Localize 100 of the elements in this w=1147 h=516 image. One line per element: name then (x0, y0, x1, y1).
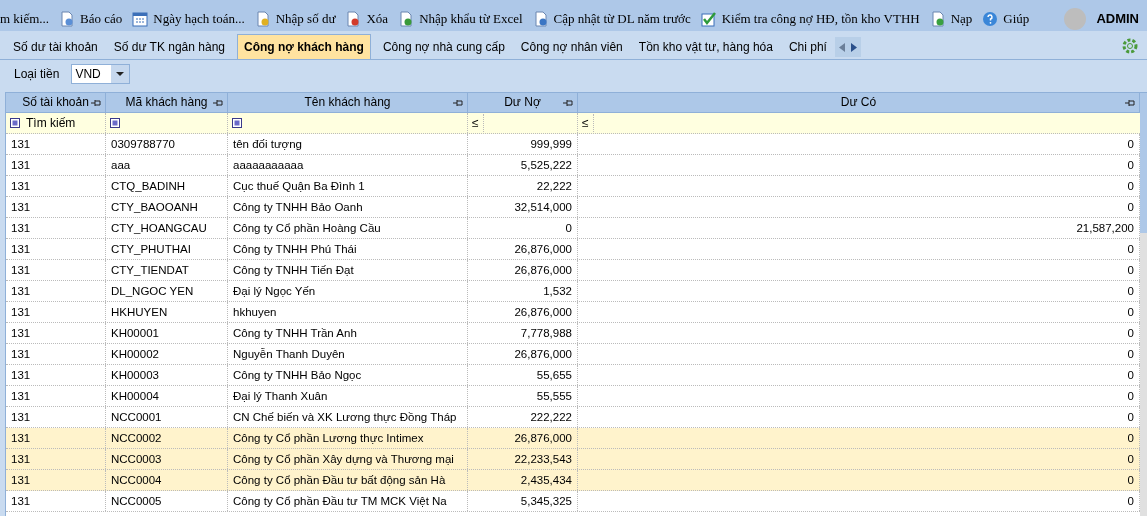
table-row[interactable]: 131 0309788770 tên đối tượng 999,999 0 (6, 134, 1140, 155)
tab[interactable]: Công nợ nhà cung cấp (374, 34, 513, 59)
table-cell: CTY_BAOOANH (106, 197, 228, 217)
table-cell: 131 (6, 323, 106, 343)
toolbar-button[interactable]: Báo cáo (59, 9, 123, 29)
table-cell: 5,345,325 (468, 491, 578, 511)
toolbar-button[interactable]: Nhập khẩu từ Excel (398, 9, 523, 29)
tab[interactable]: Tồn kho vật tư, hàng hóa (630, 34, 781, 59)
table-row[interactable]: 131 NCC0003 Công ty Cổ phần Xây dựng và Thương mại 22,233,543 0 (6, 449, 1140, 470)
table-row[interactable]: 131 CTY_BAOOANH Công ty TNHH Bảo Oanh 32,514,000 0 (6, 197, 1140, 218)
currency-label: Loại tiền (14, 66, 60, 83)
table-row[interactable]: 131 NCC0005 Công ty Cổ phần Đầu tư TM MCK Việt Na 5,345,325 0 (6, 491, 1140, 512)
table-cell: CTQ_BADINH (106, 176, 228, 196)
tab[interactable]: Số dư tài khoản (5, 34, 106, 59)
table-cell: NCC0001 (106, 407, 228, 427)
table-row[interactable]: 131 KH00004 Đại lý Thanh Xuân 55,555 0 (6, 386, 1140, 407)
pin-icon (91, 99, 101, 107)
pin-icon (213, 99, 223, 107)
right-arrow-icon[interactable] (850, 42, 857, 52)
checkbox-icon (700, 11, 717, 27)
document-icon (254, 11, 271, 27)
filter-operator[interactable]: ≤ (472, 114, 484, 132)
table-row[interactable]: 131 KH00003 Công ty TNHH Bảo Ngọc 55,655 0 (6, 365, 1140, 386)
table-cell: 131 (6, 365, 106, 385)
tab[interactable]: Công nợ khách hàng (237, 34, 371, 59)
filter-operator[interactable]: ≤ (582, 114, 594, 132)
table-row[interactable]: 131 HKHUYEN hkhuyen 26,876,000 0 (6, 302, 1140, 323)
table-cell: KH00001 (106, 323, 228, 343)
toolbar-button[interactable]: m kiếm... (0, 9, 50, 29)
table-cell: 22,222 (468, 176, 578, 196)
column-header[interactable]: Tên khách hàng (228, 93, 468, 112)
table-cell: hkhuyen (228, 302, 468, 322)
table-row[interactable]: 131 CTY_PHUTHAI Công ty TNHH Phú Thái 26,876,000 0 (6, 239, 1140, 260)
caret-icon (116, 72, 125, 76)
table-cell: Công ty TNHH Bảo Oanh (228, 197, 468, 217)
table-cell: 26,876,000 (468, 260, 578, 280)
table-row[interactable]: 131 KH00002 Nguyễn Thanh Duyên 26,876,000 0 (6, 344, 1140, 365)
toolbar-button[interactable]: Nhập số dư (254, 9, 336, 29)
table-cell: Đại lý Thanh Xuân (228, 386, 468, 406)
table-row[interactable]: 131 CTQ_BADINH Cục thuế Quận Ba Đình 1 22,222 0 (6, 176, 1140, 197)
table-cell: tên đối tượng (228, 134, 468, 154)
table-cell: CN Chế biến và XK Lương thực Đồng Tháp (228, 407, 468, 427)
tab[interactable]: Công nợ nhân viên (512, 34, 631, 59)
table-cell: 999,999 (468, 134, 578, 154)
toolbar-button[interactable]: Nạp (929, 9, 973, 29)
table-cell: NCC0002 (106, 428, 228, 448)
table-row[interactable]: 131 NCC0001 CN Chế biến và XK Lương thực Đồng Tháp 222,222 0 (6, 407, 1140, 428)
toolbar-button[interactable]: Ngày hạch toán... (132, 9, 245, 29)
filter-icon[interactable] (110, 118, 120, 128)
currency-dropdown[interactable]: VND (71, 64, 131, 84)
column-header[interactable]: Mã khách hàng (106, 93, 228, 112)
table-cell: 131 (6, 428, 106, 448)
help-icon (982, 11, 999, 27)
table-cell: 5,525,222 (468, 155, 578, 175)
table-cell: 131 (6, 491, 106, 511)
table-cell: Công ty TNHH Trần Anh (228, 323, 468, 343)
filter-icon[interactable] (232, 118, 242, 128)
table-cell: 26,876,000 (468, 239, 578, 259)
table-cell: CTY_PHUTHAI (106, 239, 228, 259)
table-cell: 131 (6, 386, 106, 406)
table-row[interactable]: 131 KH00001 Công ty TNHH Trần Anh 7,778,988 0 (6, 323, 1140, 344)
tab[interactable]: Số dư TK ngân hàng (105, 34, 233, 59)
refresh-document-icon (929, 11, 946, 27)
table-cell: 22,233,543 (468, 449, 578, 469)
column-header[interactable]: Số tài khoản (6, 93, 106, 112)
table-cell: Công ty Cổ phần Đầu tư bất động sản Hà (228, 470, 468, 490)
table-cell: Công ty Cổ phần Đầu tư TM MCK Việt Na (228, 491, 468, 511)
table-cell: CTY_HOANGCAU (106, 218, 228, 238)
search-placeholder[interactable]: Tìm kiếm (26, 114, 76, 132)
table-row[interactable]: 131 DL_NGOC YEN Đại lý Ngọc Yến 1,532 0 (6, 281, 1140, 302)
left-arrow-icon[interactable] (838, 42, 845, 52)
table-row[interactable]: 131 aaa aaaaaaaaaaa 5,525,222 0 (6, 155, 1140, 176)
pin-icon (1125, 99, 1135, 107)
scrollbar[interactable] (1140, 93, 1147, 516)
pin-icon (453, 99, 463, 107)
column-header[interactable]: Dư Nợ (468, 93, 578, 112)
table-cell: 26,876,000 (468, 344, 578, 364)
table-cell: 1,532 (468, 281, 578, 301)
table-cell: 222,222 (468, 407, 578, 427)
table-cell: 131 (6, 176, 106, 196)
toolbar-button[interactable]: Cập nhật từ DL năm trước (532, 9, 691, 29)
table-cell: DL_NGOC YEN (106, 281, 228, 301)
calendar-icon (132, 11, 149, 27)
table-cell: 131 (6, 407, 106, 427)
table-cell: Công ty Cổ phần Xây dựng và Thương mại (228, 449, 468, 469)
toolbar-button[interactable]: Giúp (982, 9, 1030, 29)
table-row[interactable]: 131 NCC0002 Công ty Cổ phần Lương thực Intimex 26,876,000 0 (6, 428, 1140, 449)
table-row[interactable]: 131 CTY_TIENDAT Công ty TNHH Tiến Đạt 26,876,000 0 (6, 260, 1140, 281)
table-cell: Công ty TNHH Phú Thái (228, 239, 468, 259)
tab[interactable]: Chi phí (780, 34, 835, 59)
filter-icon[interactable] (10, 118, 20, 128)
pin-icon (563, 99, 573, 107)
table-cell: 131 (6, 470, 106, 490)
table-cell: KH00003 (106, 365, 228, 385)
toolbar-button[interactable]: Kiểm tra công nợ HĐ, tồn kho VTHH (700, 9, 920, 29)
table-cell: aaaaaaaaaaa (228, 155, 468, 175)
table-row[interactable]: 131 CTY_HOANGCAU Công ty Cổ phần Hoàng Cầu 0 21,587,200 (6, 218, 1140, 239)
table-row[interactable]: 131 NCC0004 Công ty Cổ phần Đầu tư bất động sản Hà 2,435,434 0 (6, 470, 1140, 491)
table-cell: aaa (106, 155, 228, 175)
toolbar-button[interactable]: Xóa (345, 9, 389, 29)
